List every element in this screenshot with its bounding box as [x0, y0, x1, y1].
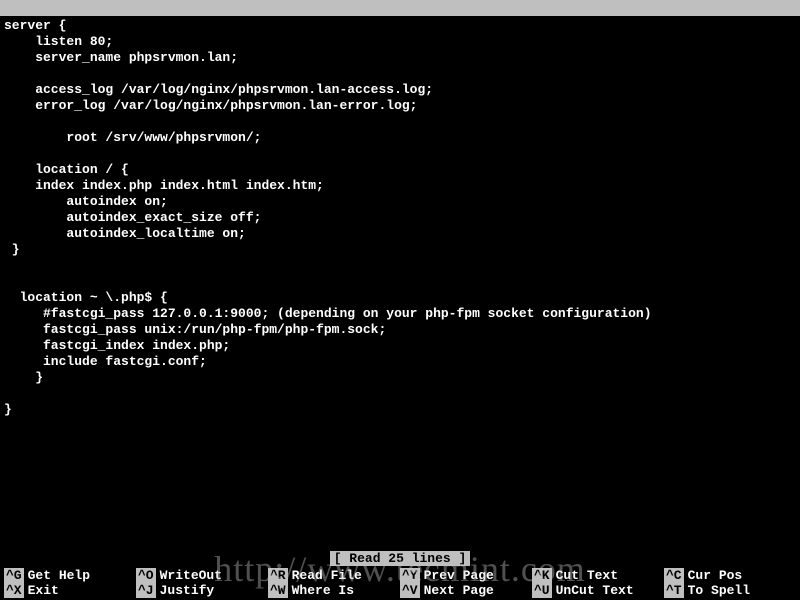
- help-key: ^X: [4, 583, 24, 598]
- help-next-page[interactable]: ^V Next Page: [400, 583, 532, 598]
- help-key: ^T: [664, 583, 684, 598]
- help-label: Cut Text: [556, 568, 618, 583]
- help-read-file[interactable]: ^R Read File: [268, 568, 400, 583]
- file-path: File: /etc/nginx/sites-available/phpsrvm…: [230, 16, 597, 31]
- help-label: To Spell: [688, 583, 750, 598]
- help-exit[interactable]: ^X Exit: [4, 583, 136, 598]
- help-prev-page[interactable]: ^Y Prev Page: [400, 568, 532, 583]
- help-get-help[interactable]: ^G Get Help: [4, 568, 136, 583]
- help-to-spell[interactable]: ^T To Spell: [664, 583, 796, 598]
- help-cur-pos[interactable]: ^C Cur Pos: [664, 568, 796, 583]
- help-label: Read File: [292, 568, 362, 583]
- help-writeout[interactable]: ^O WriteOut: [136, 568, 268, 583]
- help-key: ^C: [664, 568, 684, 583]
- help-label: Exit: [28, 583, 59, 598]
- help-label: Where Is: [292, 583, 354, 598]
- help-label: Cur Pos: [688, 568, 743, 583]
- help-justify[interactable]: ^J Justify: [136, 583, 268, 598]
- help-label: Justify: [160, 583, 215, 598]
- help-uncut-text[interactable]: ^U UnCut Text: [532, 583, 664, 598]
- help-cut-text[interactable]: ^K Cut Text: [532, 568, 664, 583]
- help-where-is[interactable]: ^W Where Is: [268, 583, 400, 598]
- titlebar: GNU nano 2.2.6 File: /etc/nginx/sites-av…: [0, 0, 800, 16]
- help-key: ^R: [268, 568, 288, 583]
- help-label: Next Page: [424, 583, 494, 598]
- editor-content[interactable]: server { listen 80; server_name phpsrvmo…: [0, 16, 800, 420]
- help-key: ^V: [400, 583, 420, 598]
- help-key: ^U: [532, 583, 552, 598]
- help-key: ^J: [136, 583, 156, 598]
- help-key: ^Y: [400, 568, 420, 583]
- help-key: ^O: [136, 568, 156, 583]
- help-label: UnCut Text: [556, 583, 634, 598]
- statusbar: [ Read 25 lines ]: [0, 551, 800, 566]
- help-key: ^K: [532, 568, 552, 583]
- status-message: [ Read 25 lines ]: [330, 551, 471, 566]
- help-key: ^G: [4, 568, 24, 583]
- helpbar: ^G Get Help ^O WriteOut ^R Read File ^Y …: [0, 568, 800, 600]
- help-label: Prev Page: [424, 568, 494, 583]
- help-label: Get Help: [28, 568, 90, 583]
- help-label: WriteOut: [160, 568, 222, 583]
- help-key: ^W: [268, 583, 288, 598]
